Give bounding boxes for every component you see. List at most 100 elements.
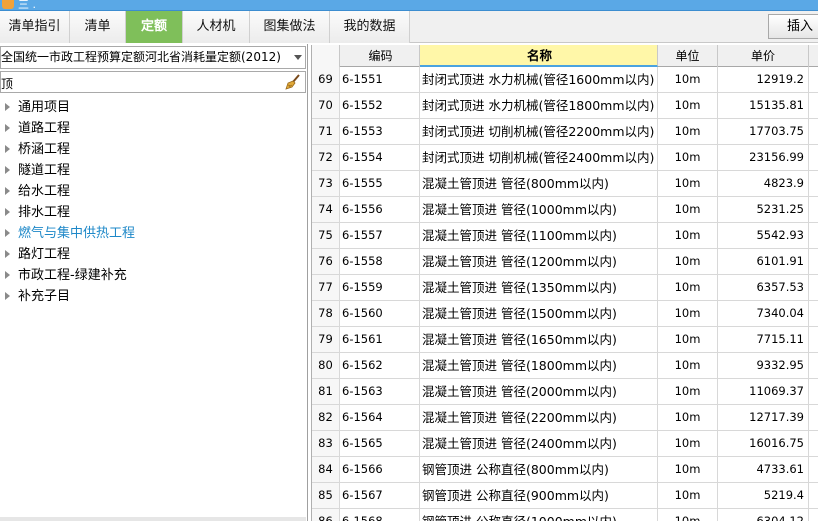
- table-row[interactable]: 79 6-1561 混凝土管顶进 管径(1650mm以内) 10m 7715.11: [312, 327, 818, 353]
- table-row[interactable]: 866-1568钢管顶进 公称直径(1000mm以内)10m6304.12: [312, 509, 818, 521]
- row-index[interactable]: 70: [312, 93, 340, 118]
- row-name[interactable]: 混凝土管顶进 管径(2200mm以内): [420, 405, 658, 430]
- tab-atlas-method[interactable]: 图集做法: [250, 11, 330, 43]
- row-code[interactable]: 6-1561: [340, 327, 420, 352]
- row-name[interactable]: 封闭式顶进 水力机械(管径1600mm以内): [420, 67, 658, 92]
- row-unit[interactable]: 10m: [658, 145, 718, 170]
- row-price[interactable]: 15135.81: [718, 93, 809, 118]
- tree-item-green-build[interactable]: 市政工程-绿建补充: [0, 265, 306, 286]
- row-index[interactable]: 72: [312, 145, 340, 170]
- tab-labor-material-machine[interactable]: 人材机: [183, 11, 250, 43]
- expand-arrow-icon[interactable]: [5, 187, 10, 195]
- table-row[interactable]: 81 6-1563 混凝土管顶进 管径(2000mm以内) 10m 11069.37: [312, 379, 818, 405]
- row-index[interactable]: 82: [312, 405, 340, 430]
- row-unit[interactable]: 10m: [658, 223, 718, 248]
- row-index[interactable]: 78: [312, 301, 340, 326]
- table-row[interactable]: 71 6-1553 封闭式顶进 切削机械(管径2200mm以内) 10m 17703.7…: [312, 119, 818, 145]
- tab-bill-guide[interactable]: 清单指引: [0, 11, 70, 43]
- tree-item-water-supply[interactable]: 给水工程: [0, 181, 306, 202]
- expand-arrow-icon[interactable]: [5, 292, 10, 300]
- row-price[interactable]: 7715.11: [718, 327, 809, 352]
- row-code[interactable]: 6-1551: [340, 67, 420, 92]
- row-price[interactable]: 5542.93: [718, 223, 809, 248]
- row-code[interactable]: 6-1559: [340, 275, 420, 300]
- row-index[interactable]: 71: [312, 119, 340, 144]
- tree-item-street-light[interactable]: 路灯工程: [0, 244, 306, 265]
- row-code[interactable]: 6-1568: [340, 509, 420, 521]
- tree-item-drainage[interactable]: 排水工程: [0, 202, 306, 223]
- row-unit[interactable]: 10m: [658, 197, 718, 222]
- row-name[interactable]: 混凝土管顶进 管径(800mm以内): [420, 171, 658, 196]
- row-index[interactable]: 69: [312, 67, 340, 92]
- row-unit[interactable]: 10m: [658, 353, 718, 378]
- row-unit[interactable]: 10m: [658, 275, 718, 300]
- header-unit[interactable]: 单位: [658, 45, 718, 67]
- row-unit[interactable]: 10m: [658, 509, 718, 521]
- table-row[interactable]: 80 6-1562 混凝土管顶进 管径(1800mm以内) 10m 9332.95: [312, 353, 818, 379]
- quota-library-select[interactable]: 全国统一市政工程预算定额河北省消耗量定额(2012): [0, 46, 306, 69]
- insert-button[interactable]: 插入（: [768, 14, 818, 39]
- row-index[interactable]: 79: [312, 327, 340, 352]
- row-index[interactable]: 76: [312, 249, 340, 274]
- tab-quota[interactable]: 定额: [126, 11, 183, 43]
- row-index[interactable]: 81: [312, 379, 340, 404]
- header-price[interactable]: 单价: [718, 45, 809, 67]
- chevron-down-icon[interactable]: [294, 55, 302, 60]
- row-name[interactable]: 混凝土管顶进 管径(1500mm以内): [420, 301, 658, 326]
- row-index[interactable]: 75: [312, 223, 340, 248]
- table-row[interactable]: 75 6-1557 混凝土管顶进 管径(1100mm以内) 10m 5542.93: [312, 223, 818, 249]
- table-row[interactable]: 69 6-1551 封闭式顶进 水力机械(管径1600mm以内) 10m 12919.2: [312, 67, 818, 93]
- row-code[interactable]: 6-1564: [340, 405, 420, 430]
- row-price[interactable]: 17703.75: [718, 119, 809, 144]
- tree-item-gas-heating[interactable]: 燃气与集中供热工程: [0, 223, 306, 244]
- table-row[interactable]: 76 6-1558 混凝土管顶进 管径(1200mm以内) 10m 6101.91: [312, 249, 818, 275]
- table-row[interactable]: 70 6-1552 封闭式顶进 水力机械(管径1800mm以内) 10m 15135.8…: [312, 93, 818, 119]
- row-unit[interactable]: 10m: [658, 249, 718, 274]
- row-code[interactable]: 6-1562: [340, 353, 420, 378]
- row-unit[interactable]: 10m: [658, 301, 718, 326]
- row-code[interactable]: 6-1563: [340, 379, 420, 404]
- row-name[interactable]: 混凝土管顶进 管径(2400mm以内): [420, 431, 658, 456]
- row-index[interactable]: 73: [312, 171, 340, 196]
- row-unit[interactable]: 10m: [658, 119, 718, 144]
- tab-bill[interactable]: 清单: [70, 11, 126, 43]
- expand-arrow-icon[interactable]: [5, 166, 10, 174]
- row-name[interactable]: 混凝土管顶进 管径(1000mm以内): [420, 197, 658, 222]
- row-price[interactable]: 6357.53: [718, 275, 809, 300]
- row-code[interactable]: 6-1556: [340, 197, 420, 222]
- expand-arrow-icon[interactable]: [5, 229, 10, 237]
- row-unit[interactable]: 10m: [658, 457, 718, 482]
- row-price[interactable]: 12919.2: [718, 67, 809, 92]
- table-row[interactable]: 72 6-1554 封闭式顶进 切削机械(管径2400mm以内) 10m 23156.9…: [312, 145, 818, 171]
- row-price[interactable]: 6304.12: [718, 509, 809, 521]
- table-row[interactable]: 83 6-1565 混凝土管顶进 管径(2400mm以内) 10m 16016.75: [312, 431, 818, 457]
- row-index[interactable]: 83: [312, 431, 340, 456]
- header-code[interactable]: 编码: [340, 45, 420, 67]
- row-code[interactable]: 6-1566: [340, 457, 420, 482]
- row-price[interactable]: 5231.25: [718, 197, 809, 222]
- tree-item-road[interactable]: 道路工程: [0, 118, 306, 139]
- row-price[interactable]: 11069.37: [718, 379, 809, 404]
- expand-arrow-icon[interactable]: [5, 208, 10, 216]
- expand-arrow-icon[interactable]: [5, 103, 10, 111]
- row-index[interactable]: 80: [312, 353, 340, 378]
- row-unit[interactable]: 10m: [658, 327, 718, 352]
- row-price[interactable]: 23156.99: [718, 145, 809, 170]
- table-row[interactable]: 78 6-1560 混凝土管顶进 管径(1500mm以内) 10m 7340.04: [312, 301, 818, 327]
- row-name[interactable]: 封闭式顶进 水力机械(管径1800mm以内): [420, 93, 658, 118]
- row-price[interactable]: 7340.04: [718, 301, 809, 326]
- row-unit[interactable]: 10m: [658, 405, 718, 430]
- row-name[interactable]: 混凝土管顶进 管径(1350mm以内): [420, 275, 658, 300]
- tab-my-data[interactable]: 我的数据: [330, 11, 410, 43]
- row-code[interactable]: 6-1560: [340, 301, 420, 326]
- row-unit[interactable]: 10m: [658, 171, 718, 196]
- header-index[interactable]: [312, 45, 340, 67]
- row-code[interactable]: 6-1552: [340, 93, 420, 118]
- expand-arrow-icon[interactable]: [5, 250, 10, 258]
- row-unit[interactable]: 10m: [658, 67, 718, 92]
- row-code[interactable]: 6-1554: [340, 145, 420, 170]
- row-name[interactable]: 混凝土管顶进 管径(2000mm以内): [420, 379, 658, 404]
- row-name[interactable]: 钢管顶进 公称直径(800mm以内): [420, 457, 658, 482]
- row-name[interactable]: 混凝土管顶进 管径(1800mm以内): [420, 353, 658, 378]
- row-index[interactable]: 85: [312, 483, 340, 508]
